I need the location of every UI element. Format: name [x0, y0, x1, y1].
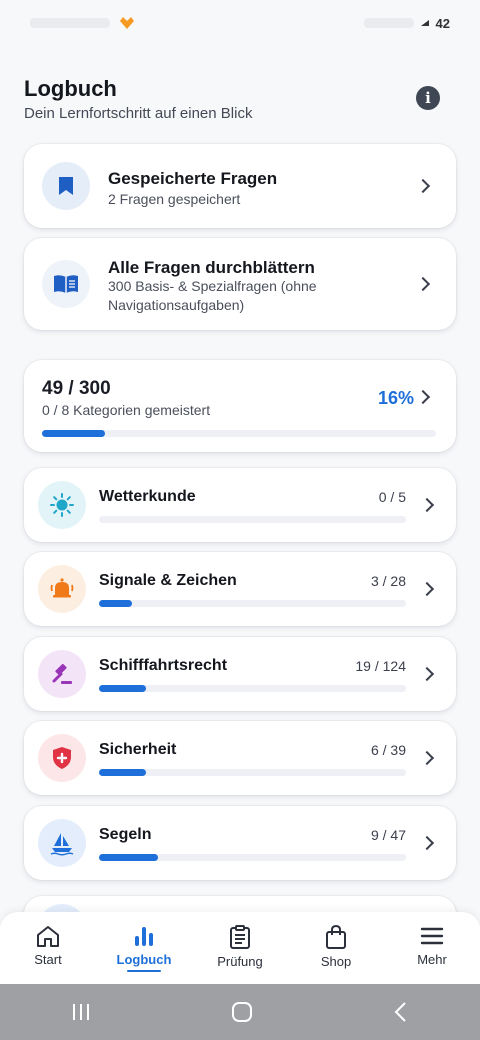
system-navigation-bar: [0, 984, 480, 1040]
category-name: Sicherheit: [99, 741, 177, 758]
clipboard-icon: [230, 925, 250, 949]
chevron-right-icon: [419, 497, 435, 513]
app-notification-icon: [120, 17, 134, 29]
chevron-right-icon: [415, 178, 431, 194]
home-button-icon[interactable]: [231, 1001, 253, 1023]
bookmark-icon-wrap: [42, 162, 90, 210]
category-count: 0 / 5: [378, 489, 406, 505]
sun-icon: [49, 492, 75, 518]
category-icon-wrap: [38, 565, 86, 613]
home-icon: [37, 926, 59, 947]
chevron-right-icon: [415, 276, 431, 292]
battery-icon: [420, 20, 429, 26]
category-icon-wrap: [38, 481, 86, 529]
category-icon-wrap: [38, 734, 86, 782]
status-time-blurred: [30, 18, 110, 28]
category-card[interactable]: Signale & Zeichen 3 / 28: [24, 552, 456, 626]
overall-percent: 16%: [377, 388, 414, 408]
page-subtitle: Dein Lernfortschritt auf einen Blick: [24, 105, 253, 122]
category-progress-fill: [99, 685, 146, 692]
category-card[interactable]: Schifffahrtsrecht 19 / 124: [24, 637, 456, 711]
category-count: 6 / 39: [370, 742, 406, 758]
saved-title: Gespeicherte Fragen: [108, 169, 278, 188]
info-button[interactable]: i: [416, 86, 440, 110]
category-card[interactable]: Wetterkunde 0 / 5: [24, 468, 456, 542]
nav-start[interactable]: Start: [0, 912, 96, 984]
saved-subtitle: 2 Fragen gespeichert: [108, 191, 241, 207]
browse-questions-card[interactable]: Alle Fragen durchblättern 300 Basis- & S…: [24, 238, 456, 330]
chevron-right-icon: [419, 835, 435, 851]
category-progress-track: [99, 516, 406, 523]
recent-apps-icon[interactable]: [69, 1002, 93, 1022]
chevron-right-icon: [419, 666, 435, 682]
status-signal-blurred: [363, 18, 414, 28]
active-indicator: [127, 970, 161, 972]
bookmark-icon: [59, 177, 73, 195]
category-icon-wrap: [38, 819, 86, 867]
chart-icon: [135, 927, 153, 946]
nav-label: Mehr: [417, 952, 447, 967]
category-name: Schifffahrtsrecht: [99, 657, 228, 674]
category-card[interactable]: Sicherheit 6 / 39: [24, 721, 456, 795]
status-right: 42: [363, 15, 450, 31]
page-header: Logbuch Dein Lernfortschritt auf einen B…: [24, 76, 456, 122]
category-name: Wetterkunde: [99, 488, 196, 505]
menu-icon: [420, 927, 444, 945]
bottom-navigation: Start Logbuch Prüfung Shop Mehr: [0, 912, 480, 984]
book-icon-wrap: [42, 260, 90, 308]
category-card[interactable]: Segeln 9 / 47: [24, 806, 456, 880]
browse-subtitle: 300 Basis- & Spezialfragen (ohne Navigat…: [108, 278, 317, 313]
category-progress-fill: [99, 600, 132, 607]
chevron-right-icon: [419, 581, 435, 597]
status-bar: 42: [0, 0, 480, 46]
back-icon[interactable]: [391, 1001, 411, 1023]
category-count: 3 / 28: [370, 573, 406, 589]
category-progress-fill: [99, 854, 158, 861]
overall-progress-fill: [42, 430, 106, 437]
category-name: Segeln: [99, 826, 152, 843]
category-count: 9 / 47: [370, 827, 406, 843]
nav-label: Shop: [320, 954, 352, 969]
gavel-icon: [49, 661, 75, 687]
category-count: 19 / 124: [355, 658, 406, 674]
nav-mehr[interactable]: Mehr: [384, 912, 480, 984]
page-title: Logbuch: [24, 76, 117, 101]
category-name: Signale & Zeichen: [99, 572, 237, 589]
nav-label: Prüfung: [217, 954, 263, 969]
category-progress-track: [99, 685, 406, 692]
saved-questions-card[interactable]: Gespeicherte Fragen 2 Fragen gespeichert: [24, 144, 456, 228]
category-progress-fill: [99, 769, 147, 776]
chevron-right-icon: [419, 750, 435, 766]
overall-progress-track: [42, 430, 436, 437]
overall-progress-card[interactable]: 49 / 300 0 / 8 Kategorien gemeistert 16%: [24, 360, 456, 452]
category-progress-track: [99, 854, 406, 861]
nav-shop[interactable]: Shop: [288, 912, 384, 984]
open-book-icon: [54, 275, 78, 293]
nav-logbuch[interactable]: Logbuch: [96, 912, 192, 984]
browse-title: Alle Fragen durchblättern: [108, 258, 315, 277]
category-progress-track: [99, 600, 406, 607]
nav-label: Logbuch: [116, 952, 172, 967]
nav-pruefung[interactable]: Prüfung: [192, 912, 288, 984]
chevron-right-icon: [415, 389, 431, 405]
bell-icon: [49, 576, 75, 602]
sailboat-icon: [49, 830, 75, 856]
shield-icon: [50, 745, 74, 771]
bag-icon: [326, 924, 346, 949]
category-progress-track: [99, 769, 406, 776]
info-icon: i: [425, 89, 431, 107]
overall-categories: 0 / 8 Kategorien gemeistert: [42, 402, 211, 418]
battery-level: 42: [435, 15, 450, 31]
nav-label: Start: [34, 952, 62, 967]
category-icon-wrap: [38, 650, 86, 698]
overall-count: 49 / 300: [42, 378, 111, 399]
status-left: [30, 15, 136, 31]
